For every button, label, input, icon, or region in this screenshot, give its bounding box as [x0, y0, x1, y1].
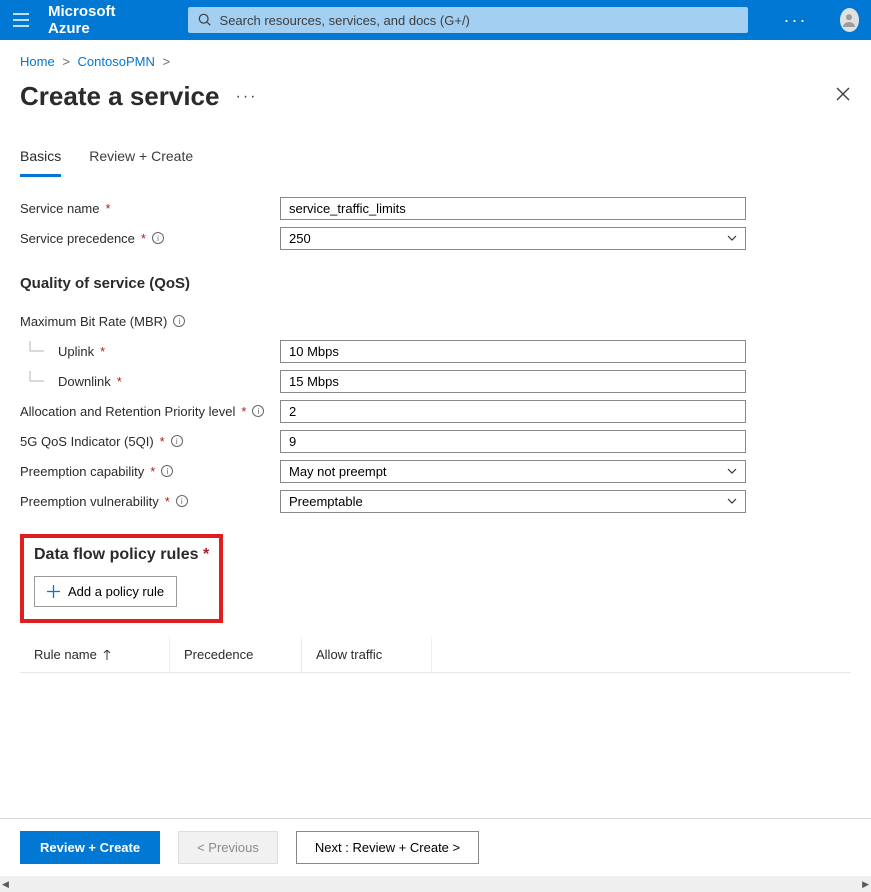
page-more-button[interactable]: ··· [235, 88, 257, 106]
service-name-label: Service name [20, 201, 99, 216]
user-avatar[interactable] [840, 8, 859, 32]
info-icon[interactable]: i [171, 435, 183, 447]
chevron-down-icon [727, 496, 737, 506]
next-button[interactable]: Next : Review + Create > [296, 831, 479, 864]
fiveqi-input[interactable] [280, 430, 746, 453]
sort-asc-icon [103, 650, 111, 660]
required-star: * [165, 494, 170, 509]
arp-label: Allocation and Retention Priority level [20, 404, 235, 419]
preempt-vuln-label: Preemption vulnerability [20, 494, 159, 509]
col-rule-name[interactable]: Rule name [20, 637, 170, 672]
global-search-input[interactable]: Search resources, services, and docs (G+… [188, 7, 748, 33]
top-navbar: Microsoft Azure Search resources, servic… [0, 0, 871, 40]
rules-table-header: Rule name Precedence Allow traffic [20, 637, 851, 672]
info-icon[interactable]: i [252, 405, 264, 417]
col-precedence[interactable]: Precedence [170, 637, 302, 672]
precedence-select[interactable]: 250 [280, 227, 746, 250]
breadcrumb-home[interactable]: Home [20, 54, 55, 69]
fiveqi-label: 5G QoS Indicator (5QI) [20, 434, 154, 449]
add-policy-rule-button[interactable]: Add a policy rule [34, 576, 177, 607]
scroll-left-icon[interactable]: ◀ [2, 879, 9, 890]
preempt-vuln-value: Preemptable [289, 494, 363, 509]
search-icon [198, 13, 212, 27]
chevron-right-icon: > [162, 54, 170, 69]
tree-branch-icon [20, 371, 46, 391]
downlink-label: Downlink [58, 374, 111, 389]
footer-actions: Review + Create < Previous Next : Review… [0, 819, 871, 876]
tree-branch-icon [20, 341, 46, 361]
preempt-cap-value: May not preempt [289, 464, 387, 479]
rules-heading: Data flow policy rules [34, 546, 198, 563]
precedence-label: Service precedence [20, 231, 135, 246]
precedence-value: 250 [289, 231, 311, 246]
info-icon[interactable]: i [152, 232, 164, 244]
search-placeholder: Search resources, services, and docs (G+… [220, 13, 470, 28]
review-create-button[interactable]: Review + Create [20, 831, 160, 864]
downlink-input[interactable] [280, 370, 746, 393]
plus-icon [47, 585, 60, 598]
info-icon[interactable]: i [173, 315, 185, 327]
chevron-down-icon [727, 466, 737, 476]
required-star: * [241, 404, 246, 419]
qos-heading: Quality of service (QoS) [20, 275, 851, 292]
hamburger-icon[interactable] [12, 11, 30, 29]
page-heading: Create a service ··· [0, 75, 871, 142]
required-star: * [141, 231, 146, 246]
tab-bar: Basics Review + Create [0, 142, 871, 177]
close-button[interactable] [835, 86, 851, 107]
tab-basics[interactable]: Basics [20, 142, 61, 177]
mbr-label: Maximum Bit Rate (MBR) [20, 314, 167, 329]
preempt-cap-select[interactable]: May not preempt [280, 460, 746, 483]
scroll-right-icon[interactable]: ▶ [862, 879, 869, 890]
required-star: * [105, 201, 110, 216]
required-star: * [100, 344, 105, 359]
required-star: * [150, 464, 155, 479]
required-star: * [203, 546, 209, 563]
tab-review-create[interactable]: Review + Create [89, 142, 193, 177]
chevron-down-icon [727, 233, 737, 243]
preempt-cap-label: Preemption capability [20, 464, 144, 479]
add-policy-rule-label: Add a policy rule [68, 584, 164, 599]
page-title: Create a service [20, 81, 219, 112]
data-flow-rules-section: Data flow policy rules * Add a policy ru… [20, 534, 223, 623]
service-name-input[interactable] [280, 197, 746, 220]
brand-label[interactable]: Microsoft Azure [48, 3, 140, 37]
breadcrumb-item[interactable]: ContosoPMN [78, 54, 155, 69]
more-menu-button[interactable]: ··· [784, 10, 808, 31]
col-allow-traffic[interactable]: Allow traffic [302, 637, 432, 672]
breadcrumb: Home > ContosoPMN > [0, 40, 871, 75]
required-star: * [117, 374, 122, 389]
uplink-input[interactable] [280, 340, 746, 363]
info-icon[interactable]: i [176, 495, 188, 507]
horizontal-scrollbar[interactable]: ◀ ▶ [0, 876, 871, 892]
chevron-right-icon: > [62, 54, 70, 69]
required-star: * [160, 434, 165, 449]
previous-button[interactable]: < Previous [178, 831, 278, 864]
preempt-vuln-select[interactable]: Preemptable [280, 490, 746, 513]
info-icon[interactable]: i [161, 465, 173, 477]
arp-input[interactable] [280, 400, 746, 423]
uplink-label: Uplink [58, 344, 94, 359]
